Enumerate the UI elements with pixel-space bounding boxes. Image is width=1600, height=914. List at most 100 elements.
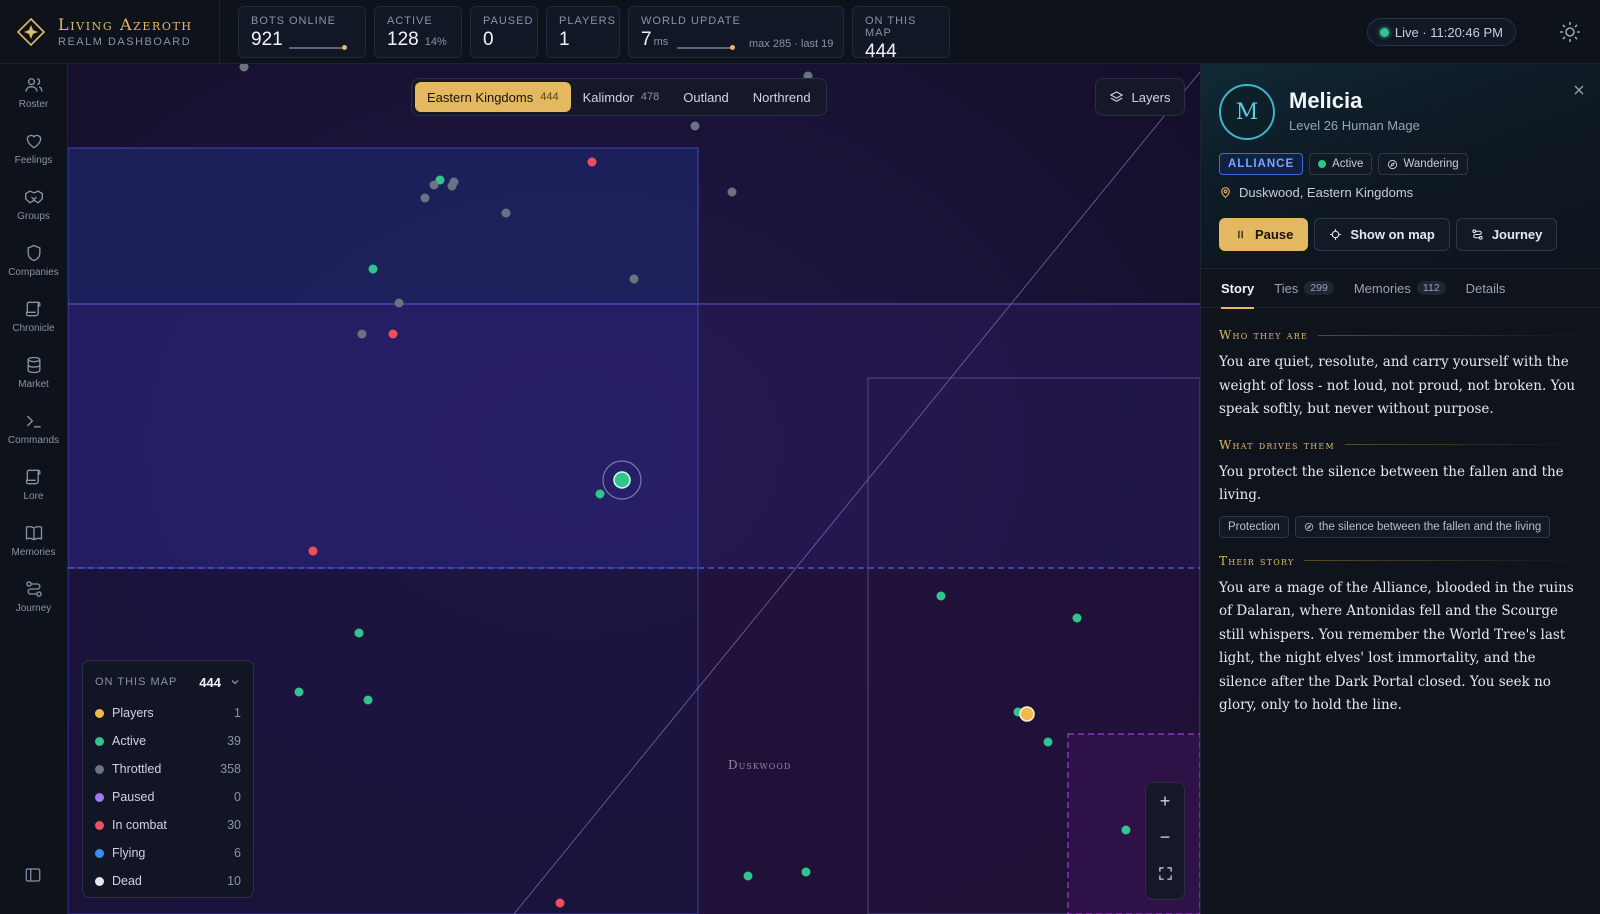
bot-marker[interactable] (429, 180, 439, 190)
sidebar-item-memories[interactable]: Memories (0, 512, 67, 568)
legend-item[interactable]: Players 1 (95, 699, 241, 727)
sidebar-item-feelings[interactable]: Feelings (0, 120, 67, 176)
zone-region[interactable] (698, 304, 1200, 568)
chevron-down-icon (231, 680, 239, 685)
world-map[interactable]: Eastern Kingdoms 444 Kalimdor 478 Outland … (68, 64, 1200, 914)
zoom-out-button[interactable]: − (1146, 819, 1184, 855)
stat-value: 7 (641, 28, 652, 50)
tab-outland[interactable]: Outland (671, 82, 741, 112)
tab-count: 444 (540, 91, 559, 103)
brand[interactable]: Living Azeroth REALM DASHBOARD (0, 0, 220, 63)
close-icon[interactable] (1571, 82, 1587, 98)
tab-story[interactable]: Story (1221, 268, 1255, 309)
sidebar-collapse-icon[interactable] (24, 866, 42, 884)
legend-item[interactable]: Flying 6 (95, 839, 241, 867)
chip-text: the silence between the fallen and the l… (1318, 520, 1542, 533)
layers-label: Layers (1131, 89, 1171, 105)
bot-marker[interactable] (501, 208, 511, 218)
sidebar-item-chronicle[interactable]: Chronicle (0, 288, 67, 344)
sparkline (677, 44, 735, 50)
sidebar-item-label: Roster (18, 98, 49, 110)
legend-count: 30 (227, 818, 241, 832)
legend-item[interactable]: Paused 0 (95, 783, 241, 811)
legend-item[interactable]: Throttled 358 (95, 755, 241, 783)
diamond-logo-icon (16, 17, 46, 46)
sidebar-item-market[interactable]: Market (0, 344, 67, 400)
pause-button[interactable]: Pause (1219, 218, 1309, 251)
bot-marker[interactable] (368, 264, 378, 274)
compass-icon (1388, 159, 1398, 169)
bot-marker[interactable] (555, 898, 565, 908)
sidebar-item-companies[interactable]: Companies (0, 232, 67, 288)
show-on-map-button[interactable]: Show on map (1314, 218, 1450, 251)
bot-marker[interactable] (587, 157, 597, 167)
sidebar-item-groups[interactable]: Groups (0, 176, 67, 232)
tab-northrend[interactable]: Northrend (741, 82, 823, 112)
bot-marker[interactable] (363, 695, 373, 705)
player-marker[interactable] (1019, 706, 1035, 722)
sidebar-item-journey[interactable]: Journey (0, 568, 67, 624)
sidebar: Roster Feelings Groups Companies Chronic… (0, 64, 68, 914)
bot-marker[interactable] (727, 187, 737, 197)
bot-marker[interactable] (690, 121, 700, 131)
bot-marker[interactable] (629, 274, 639, 284)
legend-count: 10 (227, 874, 241, 888)
route-icon (1472, 229, 1483, 240)
sidebar-item-label: Feelings (14, 154, 53, 166)
users-icon (24, 77, 43, 92)
tab-kalimdor[interactable]: Kalimdor 478 (571, 82, 672, 112)
database-icon (27, 356, 40, 373)
tab-count: 299 (1304, 281, 1334, 295)
legend-label: Throttled (112, 762, 162, 776)
legend-item[interactable]: In combat 30 (95, 811, 241, 839)
bot-marker[interactable] (420, 193, 430, 203)
legend-count: 358 (220, 762, 241, 776)
bot-marker[interactable] (388, 329, 398, 339)
bot-marker[interactable] (308, 546, 318, 556)
status-text: Active (1332, 158, 1364, 170)
zone-region[interactable] (68, 303, 699, 569)
sidebar-item-lore[interactable]: Lore (0, 456, 67, 512)
bot-marker[interactable] (595, 489, 605, 499)
who-they-are-text: You are quiet, resolute, and carry yours… (1219, 354, 1576, 417)
live-text: Live · 11:20:46 PM (1394, 24, 1503, 40)
legend-swatch (95, 708, 104, 718)
sidebar-item-label: Market (18, 378, 49, 390)
bot-marker[interactable] (801, 867, 811, 877)
layers-button[interactable]: Layers (1095, 78, 1185, 116)
fullscreen-button[interactable] (1146, 855, 1184, 891)
legend-label: Dead (112, 874, 142, 888)
sidebar-item-roster[interactable]: Roster (0, 64, 67, 120)
tab-details[interactable]: Details (1466, 268, 1506, 308)
tab-eastern-kingdoms[interactable]: Eastern Kingdoms 444 (415, 82, 571, 112)
bot-marker[interactable] (1072, 613, 1082, 623)
map-continent-tabs: Eastern Kingdoms 444 Kalimdor 478 Outland … (411, 78, 827, 116)
legend-item[interactable]: Dead 10 (95, 867, 241, 895)
zoom-in-button[interactable]: + (1146, 783, 1184, 819)
bot-marker[interactable] (743, 871, 753, 881)
activity-badge: Wandering (1378, 153, 1468, 175)
selected-bot-marker[interactable] (613, 471, 631, 489)
sidebar-item-commands[interactable]: Commands (0, 400, 67, 456)
legend-count: 39 (227, 734, 241, 748)
legend-header[interactable]: ON THIS MAP 444 (95, 671, 241, 693)
bot-marker[interactable] (1121, 825, 1131, 835)
character-name: Melicia (1289, 88, 1363, 113)
journey-button[interactable]: Journey (1455, 218, 1558, 251)
bot-marker[interactable] (394, 298, 404, 308)
bot-marker[interactable] (294, 687, 304, 697)
legend-label: Players (112, 706, 154, 720)
legend-count: 1 (234, 706, 241, 720)
tab-ties[interactable]: Ties 299 (1274, 268, 1334, 308)
terminal-icon (26, 415, 41, 427)
bot-marker[interactable] (447, 181, 457, 191)
bot-marker[interactable] (1043, 737, 1053, 747)
zone-region[interactable] (68, 147, 699, 305)
tab-memories[interactable]: Memories 112 (1354, 268, 1446, 308)
bot-marker[interactable] (357, 329, 367, 339)
character-panel: M Melicia Level 26 Human Mage ALLIANCE A… (1200, 64, 1600, 914)
bot-marker[interactable] (354, 628, 364, 638)
legend-item[interactable]: Active 39 (95, 727, 241, 755)
sun-icon[interactable] (1558, 20, 1582, 44)
bot-marker[interactable] (936, 591, 946, 601)
